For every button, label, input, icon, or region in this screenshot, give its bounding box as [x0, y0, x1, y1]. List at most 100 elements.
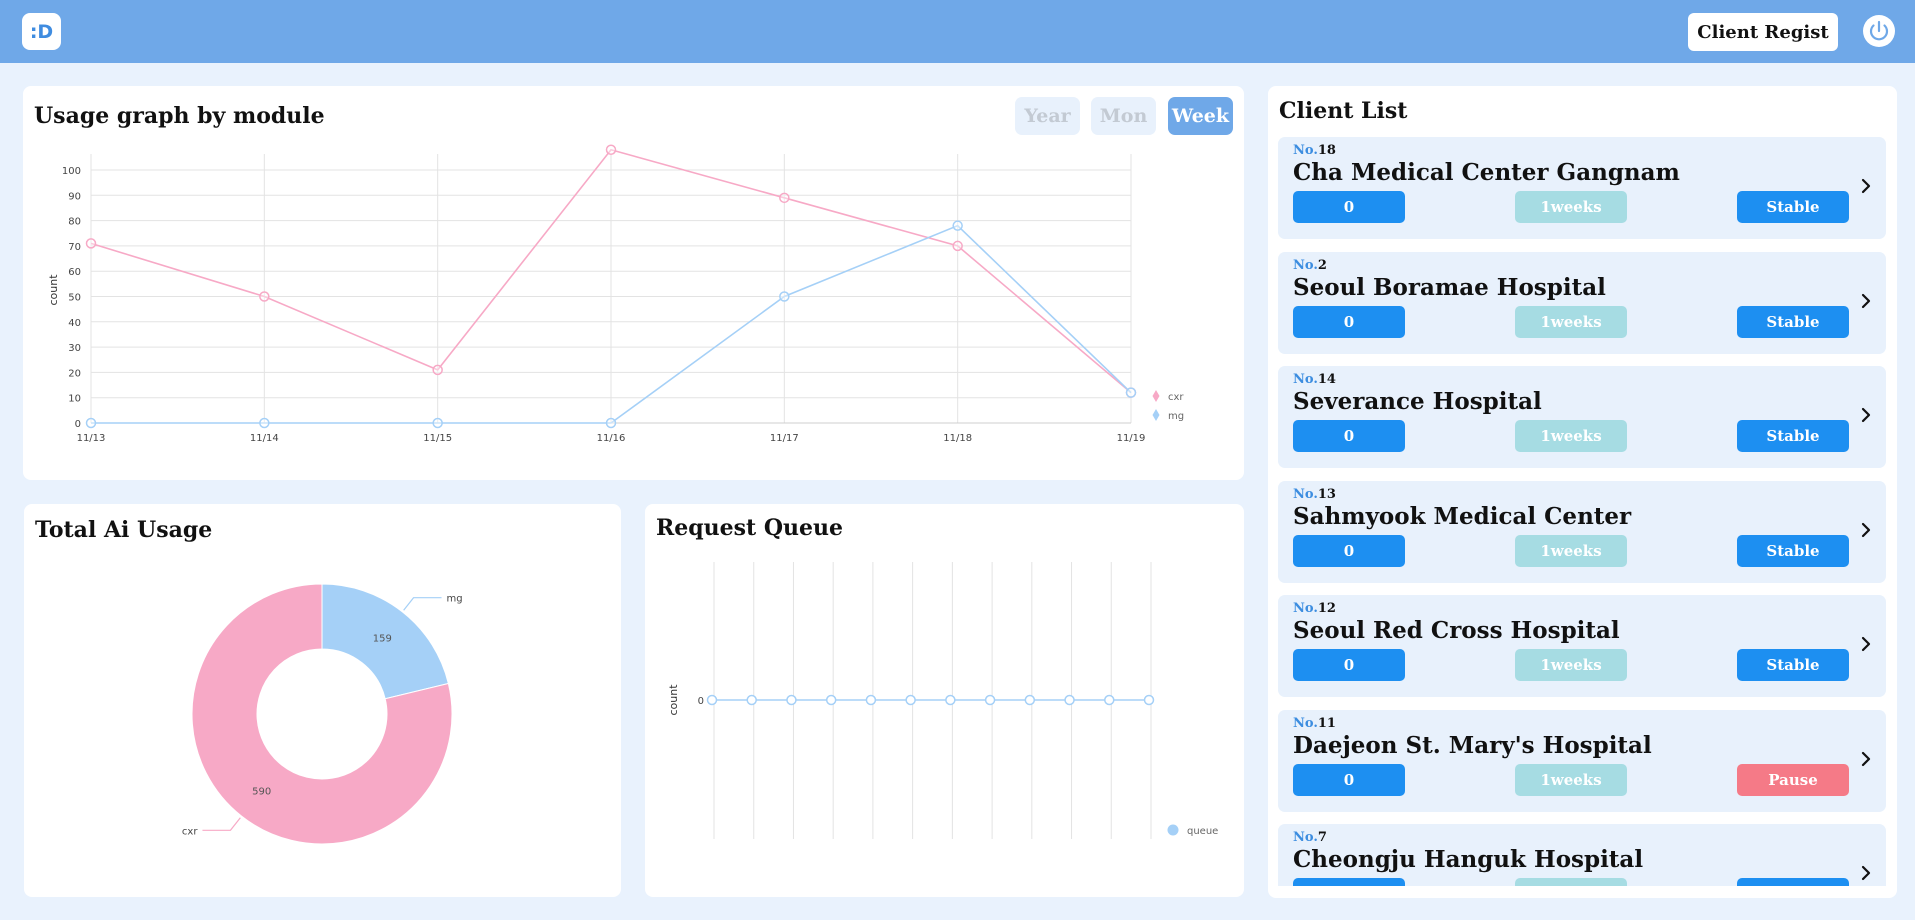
client-number-value: 13 [1317, 486, 1336, 502]
chevron-right-icon[interactable] [1860, 750, 1872, 768]
slice-value-label: 590 [252, 787, 271, 798]
client-name: Seoul Red Cross Hospital [1293, 617, 1620, 644]
client-number: No.11 [1293, 716, 1336, 731]
client-count-badge[interactable]: 0 [1293, 534, 1405, 567]
request-queue-chart: 0 count queue [667, 562, 1218, 839]
client-number-prefix: No. [1293, 830, 1318, 845]
data-point-mg [259, 417, 270, 429]
client-period-badge[interactable]: 1weeks [1515, 191, 1627, 223]
client-name: Cha Medical Center Gangnam [1293, 159, 1680, 186]
data-point-mg [605, 417, 617, 429]
chevron-right-icon[interactable] [1860, 635, 1872, 653]
client-number: No.2 [1293, 258, 1327, 273]
x-tick-label: 11/19 [1117, 433, 1146, 444]
period-week-button[interactable]: Week [1168, 97, 1233, 135]
client-number-value: 7 [1317, 830, 1327, 845]
data-point-cxr [779, 192, 790, 204]
x-tick-label: 11/13 [77, 433, 106, 444]
usage-line-chart: 0 10 20 30 40 50 60 70 80 90 100 11/13 11/14 11/15 11/… [47, 144, 1184, 444]
top-bar: :D Client Regist [0, 0, 1915, 63]
data-point-cxr [85, 238, 97, 249]
client-name: Daejeon St. Mary's Hospital [1293, 731, 1652, 759]
client-status-badge[interactable]: Stable [1737, 191, 1849, 223]
client-status-badge[interactable]: Stable [1737, 305, 1849, 338]
client-count-badge[interactable]: 0 [1293, 878, 1405, 886]
client-status-badge[interactable]: Stable [1737, 878, 1849, 886]
data-point-queue [706, 694, 718, 706]
data-point-queue [1024, 694, 1036, 706]
period-year-button[interactable]: Year [1015, 97, 1080, 135]
client-name: Seoul Boramae Hospital [1293, 273, 1606, 301]
client-status-badge[interactable]: Stable [1737, 649, 1849, 681]
client-card[interactable]: No.7Cheongju Hanguk Hospital 0 1weeks Stabl… [1278, 824, 1886, 886]
app-logo[interactable]: :D [22, 13, 61, 50]
client-number-value: 14 [1317, 372, 1336, 387]
y-tick-label: 0 [698, 696, 704, 707]
client-number: No.18 [1293, 143, 1336, 158]
client-number-value: 2 [1317, 257, 1327, 273]
chevron-right-icon[interactable] [1860, 864, 1872, 882]
power-icon[interactable] [1862, 14, 1896, 48]
x-tick-label: 11/15 [423, 433, 452, 444]
client-period-badge[interactable]: 1weeks [1515, 534, 1627, 567]
client-period-badge[interactable]: 1weeks [1515, 763, 1627, 796]
legend-label: queue [1187, 826, 1218, 837]
data-point-queue [1143, 694, 1155, 706]
client-number: No.7 [1293, 830, 1327, 845]
client-count-badge[interactable]: 0 [1293, 420, 1405, 452]
client-count-badge[interactable]: 0 [1293, 649, 1405, 681]
client-period-badge[interactable]: 1weeks [1515, 420, 1627, 452]
y-tick-label: 80 [68, 217, 81, 228]
client-list[interactable]: No.18 Cha Medical Center Gangnam 0 1weeks St… [1268, 128, 1897, 886]
client-count-badge[interactable]: 0 [1293, 763, 1405, 796]
chevron-right-icon[interactable] [1860, 521, 1872, 539]
slice-value-label: 159 [373, 633, 392, 644]
client-number-value: 18 [1317, 143, 1336, 158]
client-regist-button[interactable]: Client Regist [1688, 13, 1838, 51]
client-count-badge[interactable]: 0 [1293, 191, 1405, 223]
y-tick-label: 0 [75, 419, 81, 430]
client-period-badge[interactable]: 1weeks [1515, 649, 1627, 681]
chevron-right-icon[interactable] [1860, 292, 1872, 310]
data-point-mg [1125, 387, 1137, 398]
y-tick-label: 10 [68, 394, 81, 405]
slice-name-label: cxr [182, 826, 198, 837]
client-status-badge[interactable]: Stable [1737, 420, 1849, 452]
data-point-queue [945, 694, 956, 706]
client-period-badge[interactable]: 1weeks [1515, 878, 1627, 886]
y-tick-label: 30 [68, 343, 81, 354]
y-axis-label: count [47, 274, 60, 306]
y-tick-label: 40 [68, 318, 81, 329]
data-point-queue [905, 694, 916, 706]
chevron-right-icon[interactable] [1860, 406, 1872, 424]
client-card[interactable]: No.14 Severance Hospital 0 1weeks Stable [1278, 366, 1886, 468]
client-number: No.14 [1293, 372, 1336, 387]
client-number-prefix: No. [1293, 143, 1318, 158]
y-axis-label: count [667, 684, 680, 716]
period-mon-button[interactable]: Mon [1091, 97, 1156, 135]
client-status-badge[interactable]: Stable [1737, 534, 1849, 567]
client-period-badge[interactable]: 1weeks [1515, 305, 1627, 338]
legend-marker-queue [1167, 824, 1179, 836]
data-point-mg [432, 417, 443, 429]
client-name: Severance Hospital [1293, 388, 1542, 415]
client-card[interactable]: No.2 Seoul Boramae Hospital 0 1weeks Stable [1278, 251, 1886, 354]
client-card[interactable]: No.12 Seoul Red Cross Hospital 0 1weeks Stab… [1278, 595, 1886, 697]
x-tick-label: 11/16 [597, 433, 626, 444]
usage-graph-title: Usage graph by module [34, 103, 325, 129]
client-number: No.13 [1293, 487, 1336, 502]
data-point-cxr [952, 240, 963, 252]
data-point-mg [952, 220, 963, 231]
client-status-badge[interactable]: Pause [1737, 763, 1849, 796]
client-card[interactable]: No.11 Daejeon St. Mary's Hospital 0 1weeks P… [1278, 709, 1886, 812]
client-name: Sahmyook Medical Center [1293, 502, 1632, 530]
total-ai-usage-title: Total Ai Usage [35, 517, 213, 543]
client-number-value: 11 [1317, 715, 1336, 731]
data-point-queue [984, 694, 996, 706]
client-card[interactable]: No.13 Sahmyook Medical Center 0 1weeks Stabl… [1278, 480, 1886, 583]
data-point-mg [779, 291, 790, 302]
client-count-badge[interactable]: 0 [1293, 305, 1405, 338]
client-card[interactable]: No.18 Cha Medical Center Gangnam 0 1weeks St… [1278, 137, 1886, 239]
chevron-right-icon[interactable] [1860, 177, 1872, 195]
slice-leader-line [403, 597, 442, 611]
